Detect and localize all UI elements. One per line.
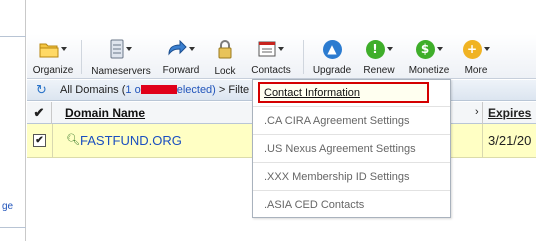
contacts-label: Contacts xyxy=(251,65,291,76)
contacts-dropdown-menu: Contact Information .CA CIRA Agreement S… xyxy=(252,79,451,218)
monetize-button[interactable]: $ Monetize xyxy=(405,37,453,76)
column-divider xyxy=(52,124,53,158)
menu-item-contact-information[interactable]: Contact Information xyxy=(253,80,450,107)
expires-column-header[interactable]: Expires xyxy=(488,106,531,120)
selected-count-link-end[interactable]: elected) xyxy=(177,84,216,96)
plus-circle-icon: + xyxy=(462,37,490,61)
monetize-label: Monetize xyxy=(408,65,450,76)
menu-item-ca-cira[interactable]: .CA CIRA Agreement Settings xyxy=(253,107,450,135)
expires-date: 3/21/20 xyxy=(488,133,532,148)
lock-button[interactable]: Lock xyxy=(211,37,239,77)
select-all-checkmark[interactable]: ✔ xyxy=(27,102,52,124)
server-icon xyxy=(110,37,132,61)
redaction-mark xyxy=(140,85,177,94)
column-scroll-icon[interactable]: › xyxy=(475,106,479,118)
forward-label: Forward xyxy=(162,65,200,76)
toolbar-separator xyxy=(81,40,82,74)
menu-item-asia-ced[interactable]: .ASIA CED Contacts xyxy=(253,191,450,219)
lock-label: Lock xyxy=(214,65,236,77)
breadcrumb-prefix: All Domains ( xyxy=(60,84,126,96)
breadcrumb-suffix: > Filte xyxy=(215,84,250,96)
toolbar-separator xyxy=(303,40,304,74)
nameservers-label: Nameservers xyxy=(91,66,151,77)
magnifier-icon[interactable]: 🔍︎ xyxy=(66,133,80,146)
organize-label: Organize xyxy=(32,65,74,76)
refresh-icon[interactable]: ↻ xyxy=(36,83,47,98)
column-divider xyxy=(482,102,483,124)
dollar-circle-icon: $ xyxy=(415,37,443,61)
more-button[interactable]: + More xyxy=(459,37,493,76)
upgrade-label: Upgrade xyxy=(312,65,352,76)
contacts-card-icon xyxy=(258,37,284,61)
contact-information-highlight[interactable]: Contact Information xyxy=(258,82,429,103)
row-checkbox[interactable]: ✔ xyxy=(33,134,46,147)
forward-arrow-icon xyxy=(167,37,195,61)
lock-icon xyxy=(217,37,233,61)
organize-button[interactable]: Organize xyxy=(31,37,75,76)
column-divider xyxy=(482,124,483,158)
up-arrow-circle-icon: ▲ xyxy=(322,37,342,61)
more-label: More xyxy=(464,65,488,76)
renew-button[interactable]: ! Renew xyxy=(361,37,397,76)
contacts-button[interactable]: Contacts xyxy=(249,37,293,76)
menu-item-us-nexus[interactable]: .US Nexus Agreement Settings xyxy=(253,135,450,163)
sidebar-divider xyxy=(0,227,26,228)
upgrade-button[interactable]: ▲ Upgrade xyxy=(311,37,353,76)
forward-button[interactable]: Forward xyxy=(161,37,201,76)
folder-icon xyxy=(39,37,67,61)
domain-name-column-header[interactable]: Domain Name xyxy=(65,106,145,120)
domain-name-link[interactable]: FASTFUND.ORG xyxy=(80,133,182,148)
left-sidebar: ge xyxy=(0,0,26,241)
nameservers-button[interactable]: Nameservers xyxy=(91,37,151,77)
breadcrumb: All Domains (1 o elected) > Filte xyxy=(60,84,249,96)
sidebar-divider xyxy=(0,36,26,37)
toolbar: Organize Nameservers Forward Lock Contac… xyxy=(27,34,536,79)
menu-item-xxx-membership[interactable]: .XXX Membership ID Settings xyxy=(253,163,450,191)
selected-count-link-start[interactable]: 1 o xyxy=(125,84,140,96)
renew-label: Renew xyxy=(363,65,395,76)
renew-circle-icon: ! xyxy=(365,37,393,61)
sidebar-link[interactable]: ge xyxy=(2,201,13,212)
